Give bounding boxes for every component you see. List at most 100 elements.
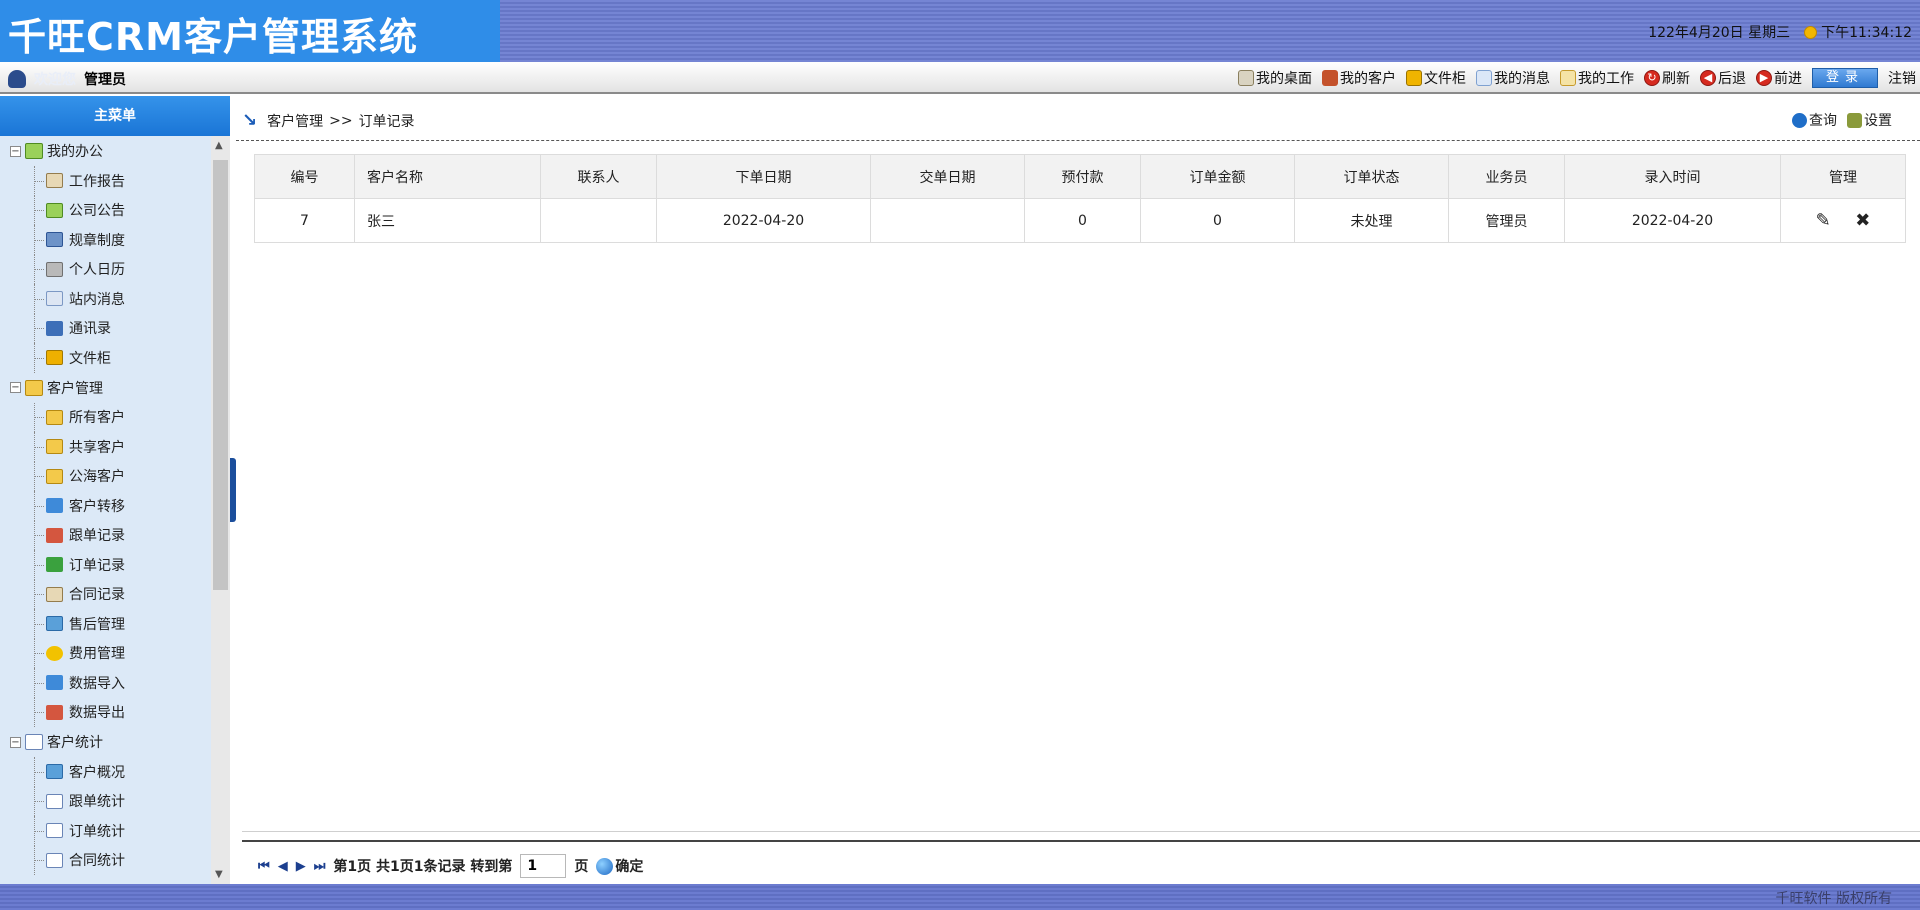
sidebar-item-customer-overview[interactable]: 客户概况 xyxy=(0,757,211,787)
pager-suffix: 页 xyxy=(574,859,589,875)
sidebar-item-shared-customers[interactable]: 共享客户 xyxy=(0,432,211,462)
sidebar-scrollbar[interactable]: ▲ ▼ xyxy=(211,136,230,884)
customer-folder-icon xyxy=(46,439,63,455)
pencil-paper-icon xyxy=(1560,70,1576,86)
sidebar-item-messages[interactable]: 站内消息 xyxy=(0,284,211,314)
edit-pencil-icon[interactable]: ✎ xyxy=(1816,210,1831,231)
sidebar-item-data-import[interactable]: 数据导入 xyxy=(0,668,211,698)
breadcrumb-section: 客户管理 xyxy=(267,114,324,130)
customer-folder-icon xyxy=(46,468,63,484)
login-button[interactable]: 登录 xyxy=(1812,68,1878,88)
sidebar-item-public-customers[interactable]: 公海客户 xyxy=(0,461,211,492)
record-card-icon xyxy=(46,527,63,543)
sidebar-item-contacts[interactable]: 通讯录 xyxy=(0,313,211,344)
refresh-link[interactable]: ↻ 刷新 xyxy=(1644,68,1690,88)
col-delivery-date[interactable]: 交单日期 xyxy=(870,154,1025,199)
import-arrow-icon xyxy=(46,675,63,691)
first-page-icon[interactable]: ⏮ xyxy=(258,859,270,874)
prev-page-icon[interactable]: ◀ xyxy=(278,859,288,874)
export-arrow-icon xyxy=(46,704,63,720)
order-list-icon xyxy=(46,557,63,573)
star-icon xyxy=(46,645,63,661)
mail-icon xyxy=(1476,70,1492,86)
speaker-icon xyxy=(46,202,63,218)
my-customers-link[interactable]: 我的客户 xyxy=(1322,68,1396,88)
sidebar-item-work-report[interactable]: 工作报告 xyxy=(0,166,211,196)
breadcrumb: ↘ 客户管理 >> 订单记录 xyxy=(242,111,415,131)
cell-contact xyxy=(540,198,657,243)
group-customer-management[interactable]: − 客户管理 xyxy=(0,373,211,403)
scroll-up-icon[interactable]: ▲ xyxy=(215,140,223,151)
my-messages-link[interactable]: 我的消息 xyxy=(1476,68,1550,88)
col-manage: 管理 xyxy=(1780,154,1906,199)
sidebar-item-announcement[interactable]: 公司公告 xyxy=(0,195,211,226)
file-cabinet-link[interactable]: 文件柜 xyxy=(1406,68,1466,88)
confirm-button[interactable]: 确定 xyxy=(596,856,643,876)
clock-icon xyxy=(1804,26,1818,39)
collapse-icon[interactable]: − xyxy=(10,145,21,157)
sidebar-item-all-customers[interactable]: 所有客户 xyxy=(0,402,211,433)
cell-manage: ✎ ✖ xyxy=(1780,198,1906,243)
sidebar-item-order-stats[interactable]: 订单统计 xyxy=(0,816,211,846)
transfer-arrow-icon xyxy=(46,498,63,514)
col-order-status[interactable]: 订单状态 xyxy=(1294,154,1449,199)
col-id[interactable]: 编号 xyxy=(254,154,355,199)
page-number-input[interactable] xyxy=(520,854,567,878)
top-links: 我的桌面 我的客户 文件柜 我的消息 我的工作 ↻ 刷新 ◀ 后退 ▶ 前进 登录 注… xyxy=(1238,68,1916,88)
cell-id: 7 xyxy=(254,198,355,243)
cell-customer-name[interactable]: 张三 xyxy=(354,198,541,243)
last-page-icon[interactable]: ⏭ xyxy=(314,859,326,874)
sidebar-item-follow-stats[interactable]: 跟单统计 xyxy=(0,786,211,817)
address-book-icon xyxy=(46,320,63,336)
cell-order-date: 2022-04-20 xyxy=(656,198,871,243)
sidebar-item-file-cabinet[interactable]: 文件柜 xyxy=(0,343,211,373)
collapse-icon[interactable]: − xyxy=(10,382,21,393)
location-arrow-icon: ↘ xyxy=(242,110,258,131)
col-order-date[interactable]: 下单日期 xyxy=(656,154,871,199)
sidebar-item-follow-records[interactable]: 跟单记录 xyxy=(0,520,211,551)
forward-link[interactable]: ▶ 前进 xyxy=(1756,68,1802,88)
group-office[interactable]: − 我的办公 xyxy=(0,136,211,166)
col-order-amount[interactable]: 订单金额 xyxy=(1140,154,1295,199)
settings-button[interactable]: 设置 xyxy=(1847,110,1892,130)
sidebar-item-order-records[interactable]: 订单记录 xyxy=(0,550,211,580)
back-link[interactable]: ◀ 后退 xyxy=(1700,68,1746,88)
sidebar-item-contract-stats[interactable]: 合同统计 xyxy=(0,845,211,876)
my-desktop-link[interactable]: 我的桌面 xyxy=(1238,68,1312,88)
query-button[interactable]: 查询 xyxy=(1792,110,1837,130)
group-customer-stats[interactable]: − 客户统计 xyxy=(0,727,211,757)
current-user: 管理员 xyxy=(84,72,126,88)
col-entry-time[interactable]: 录入时间 xyxy=(1564,154,1781,199)
scroll-thumb[interactable] xyxy=(213,160,228,590)
bar-chart-icon xyxy=(46,823,63,839)
my-work-link[interactable]: 我的工作 xyxy=(1560,68,1634,88)
table-row[interactable]: 7 张三 2022-04-20 0 0 未处理 管理员 2022-04-20 ✎… xyxy=(254,198,1906,243)
next-page-icon[interactable]: ▶ xyxy=(296,859,306,874)
pagination: ⏮ ◀ ▶ ⏭ 第1页 共1页1条记录 转到第 页 确定 xyxy=(258,854,643,878)
globe-icon xyxy=(596,857,614,875)
sidebar-item-expenses[interactable]: 费用管理 xyxy=(0,638,211,669)
current-date: 122年4月20日 星期三 xyxy=(1648,25,1791,41)
pager-divider-light xyxy=(242,831,1920,832)
collapse-icon[interactable]: − xyxy=(10,736,21,748)
sidebar-item-customer-transfer[interactable]: 客户转移 xyxy=(0,491,211,521)
sidebar-item-data-export[interactable]: 数据导出 xyxy=(0,697,211,728)
report-icon xyxy=(46,173,63,189)
sidebar-item-after-sales[interactable]: 售后管理 xyxy=(0,609,211,639)
service-icon xyxy=(46,616,63,632)
col-contact[interactable]: 联系人 xyxy=(540,154,657,199)
col-prepayment[interactable]: 预付款 xyxy=(1024,154,1141,199)
col-salesperson[interactable]: 业务员 xyxy=(1448,154,1565,199)
contract-icon xyxy=(46,586,63,602)
brand-area: 千旺CRM客户管理系统 xyxy=(0,0,500,62)
delete-x-icon[interactable]: ✖ xyxy=(1855,210,1870,231)
scroll-down-icon[interactable]: ▼ xyxy=(215,869,223,880)
forward-arrow-icon: ▶ xyxy=(1756,70,1772,86)
sidebar-item-rules[interactable]: 规章制度 xyxy=(0,225,211,255)
customer-folder-icon xyxy=(46,409,63,425)
sidebar-item-contract-records[interactable]: 合同记录 xyxy=(0,579,211,610)
col-customer-name[interactable]: 客户名称 xyxy=(354,154,541,199)
sidebar-item-calendar[interactable]: 个人日历 xyxy=(0,254,211,285)
main-content: ↘ 客户管理 >> 订单记录 查询 设置 编号 客户名称 联系人 下单日期 交单… xyxy=(236,96,1920,884)
logout-link[interactable]: 注销 xyxy=(1888,68,1916,88)
